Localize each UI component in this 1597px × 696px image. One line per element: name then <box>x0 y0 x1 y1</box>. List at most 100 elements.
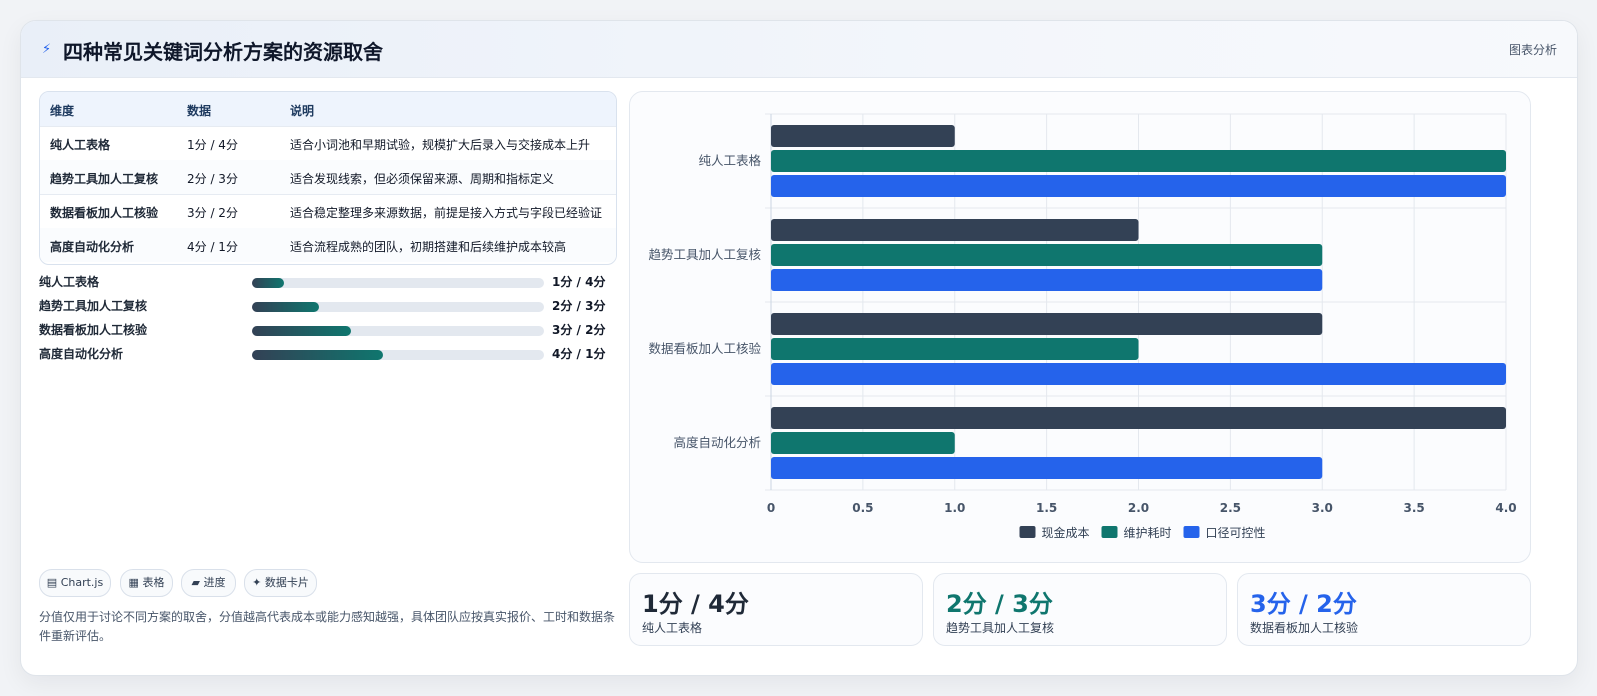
data-table: 维度 数据 说明 纯人工表格 1分 / 4分 适合小词池和早期试验，规模扩大后录… <box>39 91 617 265</box>
progress-label: 数据看板加人工核验 <box>39 323 148 337</box>
chip-table[interactable]: ▦ 表格 <box>120 569 173 597</box>
chip-progress[interactable]: ▰ 进度 <box>181 569 236 597</box>
chart-icon: ▤ <box>46 576 58 589</box>
kpi-card: 3分 / 2分 数据看板加人工核验 <box>1237 573 1531 646</box>
bar-chart-panel: 0 0.5 1.0 1.5 2.0 2.5 3.0 3.5 4.0 纯人工表格 趋势工具加人工复核数… <box>629 91 1531 563</box>
kpi-label: 数据看板加人工核验 <box>1250 621 1359 635</box>
x-tick-label: 1.0 <box>944 501 965 515</box>
row-dimension: 趋势工具加人工复核 <box>50 172 159 186</box>
legend-swatch <box>1183 526 1200 538</box>
y-tick-label: 趋势工具加人工复核 <box>648 247 761 262</box>
row-score: 3分 / 2分 <box>187 206 238 220</box>
bar <box>771 175 1506 197</box>
progress-fill <box>252 326 352 336</box>
x-tick-label: 2.0 <box>1128 501 1149 515</box>
progress-label: 趋势工具加人工复核 <box>39 299 148 313</box>
bar <box>771 363 1506 385</box>
progress-value: 4分 / 1分 <box>552 347 606 361</box>
row-dimension: 纯人工表格 <box>50 138 111 152</box>
row-dimension: 数据看板加人工核验 <box>50 206 159 220</box>
x-tick-label: 2.5 <box>1220 501 1241 515</box>
row-dimension: 高度自动化分析 <box>50 240 135 254</box>
main-card: ⚡ 四种常见关键词分析方案的资源取舍 图表分析 维度 数据 说明 纯人工表格 1… <box>20 20 1578 676</box>
card-header: ⚡ 四种常见关键词分析方案的资源取舍 图表分析 <box>21 21 1577 78</box>
table-row: 高度自动化分析 4分 / 1分 适合流程成熟的团队，初期搭建和后续维护成本较高 <box>40 228 616 262</box>
table-row: 纯人工表格 1分 / 4分 适合小词池和早期试验，规模扩大后录入与交接成本上升 <box>40 126 616 161</box>
chart-analysis-tag[interactable]: 图表分析 <box>1509 41 1557 58</box>
legend-entry: 现金成本 <box>1042 525 1090 540</box>
legend-entry: 维护耗时 <box>1124 526 1172 540</box>
progress-fill <box>252 278 285 288</box>
bar <box>771 313 1323 335</box>
x-tick-label: 1.5 <box>1036 501 1057 515</box>
column-header: 维度 <box>50 104 75 118</box>
progress-track <box>252 350 544 360</box>
progress-fill <box>252 350 384 360</box>
legend-swatch <box>1101 526 1118 538</box>
kpi-label: 趋势工具加人工复核 <box>946 621 1055 635</box>
progress-track <box>252 302 544 312</box>
bar <box>771 269 1323 291</box>
table-row: 数据看板加人工核验 3分 / 2分 适合稳定整理多来源数据，前提是接入方式与字段… <box>40 194 616 229</box>
y-tick-label: 纯人工表格 <box>698 153 761 168</box>
kpi-label: 纯人工表格 <box>642 621 703 635</box>
x-tick-label: 3.0 <box>1312 501 1333 515</box>
sparkle-icon: ✦ <box>252 576 262 589</box>
progress-row: 高度自动化分析 4分 / 1分 <box>39 343 619 363</box>
bar <box>771 219 1139 241</box>
bolt-icon: ⚡ <box>42 42 52 57</box>
progress-value: 3分 / 2分 <box>552 323 606 337</box>
row-description: 适合稳定整理多来源数据，前提是接入方式与字段已经验证 <box>290 206 603 220</box>
x-tick-label: 0 <box>767 501 775 515</box>
footnote: 分值仅用于讨论不同方案的取舍，分值越高代表成本或能力感知越强，具体团队应按真实报… <box>39 610 616 643</box>
kpi-card: 1分 / 4分 纯人工表格 <box>629 573 923 646</box>
progress-row: 数据看板加人工核验 3分 / 2分 <box>39 319 619 339</box>
legend-swatch <box>1019 526 1036 538</box>
kpi-value: 2分 / 3分 <box>946 590 1053 618</box>
bar <box>771 244 1323 266</box>
row-description: 适合流程成熟的团队，初期搭建和后续维护成本较高 <box>290 240 567 254</box>
progress-row: 纯人工表格 1分 / 4分 <box>39 271 619 291</box>
row-score: 2分 / 3分 <box>187 172 238 186</box>
bar <box>771 457 1323 479</box>
kpi-value: 1分 / 4分 <box>642 590 749 618</box>
bar <box>771 150 1506 172</box>
row-score: 1分 / 4分 <box>187 138 238 152</box>
chip-label: 数据卡片 <box>264 576 309 589</box>
row-description: 适合小词池和早期试验，规模扩大后录入与交接成本上升 <box>290 138 591 152</box>
bar <box>771 125 955 147</box>
table-header-row: 维度 数据 说明 <box>40 92 616 127</box>
bar <box>771 432 955 454</box>
progress-label: 纯人工表格 <box>39 275 100 289</box>
table-row: 趋势工具加人工复核 2分 / 3分 适合发现线索，但必须保留来源、周期和指标定义 <box>40 160 616 195</box>
chip-data-card[interactable]: ✦ 数据卡片 <box>244 569 317 597</box>
column-header: 说明 <box>290 104 315 118</box>
progress-value: 1分 / 4分 <box>552 275 606 289</box>
progress-track <box>252 326 544 336</box>
bar <box>771 338 1139 360</box>
y-tick-label: 高度自动化分析 <box>673 435 761 450</box>
x-tick-label: 3.5 <box>1403 501 1424 515</box>
progress-value: 2分 / 3分 <box>552 299 606 313</box>
progress-label: 高度自动化分析 <box>39 347 124 361</box>
row-score: 4分 / 1分 <box>187 240 238 254</box>
x-tick-label: 4.0 <box>1495 501 1516 515</box>
row-description: 适合发现线索，但必须保留来源、周期和指标定义 <box>290 172 555 186</box>
kpi-card: 2分 / 3分 趋势工具加人工复核 <box>933 573 1227 646</box>
bar-chart: 0 0.5 1.0 1.5 2.0 2.5 3.0 3.5 4.0 纯人工表格趋势工具加人工复核数… <box>648 113 1517 540</box>
legend-entry: 口径可控性 <box>1206 526 1266 540</box>
chip-label: Chart.js <box>60 576 104 589</box>
progress-row: 趋势工具加人工复核 2分 / 3分 <box>39 295 619 315</box>
bar <box>771 407 1506 429</box>
kpi-value: 3分 / 2分 <box>1250 590 1357 618</box>
column-header: 数据 <box>187 104 212 118</box>
progress-icon: ▰ <box>191 576 200 589</box>
x-tick-label: 0.5 <box>852 501 873 515</box>
table-icon: ▦ <box>128 576 139 589</box>
progress-fill <box>252 302 320 312</box>
page-title: 四种常见关键词分析方案的资源取舍 <box>63 40 383 64</box>
chip-chartjs[interactable]: ▤ Chart.js <box>39 569 111 597</box>
chip-label: 进度 <box>203 576 226 589</box>
chip-label: 表格 <box>142 576 165 589</box>
progress-track <box>252 278 544 288</box>
